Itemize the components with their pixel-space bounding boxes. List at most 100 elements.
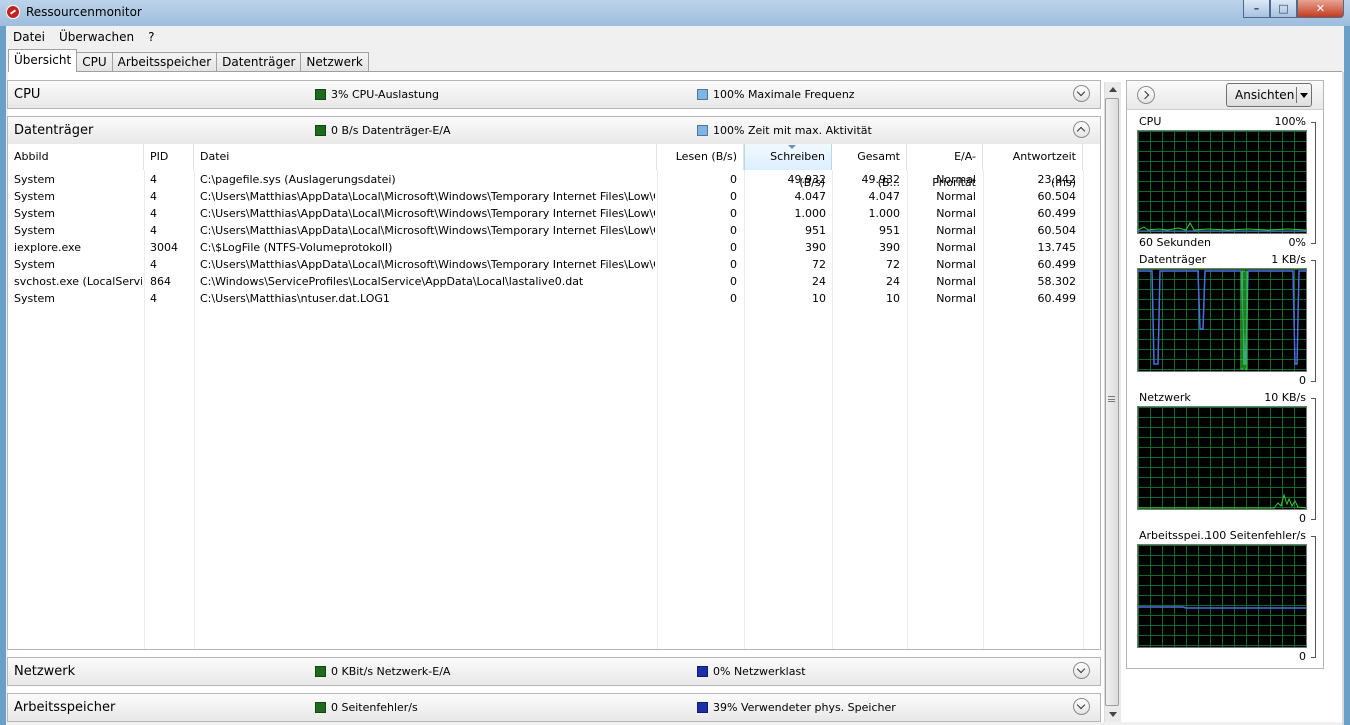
cell-priority: Normal bbox=[936, 258, 976, 271]
table-row[interactable]: System 4 C:\pagefile.sys (Auslagerungsdate… bbox=[8, 171, 1100, 188]
network-section-header[interactable]: Netzwerk 0 KBit/s Netzwerk-E/A 0% Netzwe… bbox=[7, 657, 1101, 686]
close-button[interactable]: ✕ bbox=[1297, 0, 1344, 18]
disk-section-title: Datenträger bbox=[14, 123, 94, 138]
tab-network[interactable]: Netzwerk bbox=[300, 52, 369, 72]
cell-image: System bbox=[14, 173, 56, 186]
cell-image: System bbox=[14, 258, 56, 271]
cpu-section-header[interactable]: CPU 3% CPU-Auslastung 100% Maximale Freq… bbox=[7, 80, 1101, 109]
chevron-up-icon[interactable] bbox=[1073, 121, 1090, 138]
tab-disk[interactable]: Datenträger bbox=[216, 52, 302, 72]
disk-io-swatch bbox=[315, 125, 326, 136]
cell-read: 0 bbox=[730, 173, 737, 186]
menu-monitor[interactable]: Überwachen bbox=[52, 28, 141, 46]
chevron-right-icon[interactable] bbox=[1137, 86, 1155, 104]
column-header-pid[interactable]: PID bbox=[144, 144, 194, 170]
column-header-write[interactable]: Schreiben (B/s) bbox=[744, 144, 832, 189]
cell-read: 0 bbox=[730, 258, 737, 271]
graph-scale-bracket bbox=[1311, 536, 1316, 658]
title-bar bbox=[0, 0, 1350, 26]
cell-response: 60.504 bbox=[1037, 224, 1077, 237]
table-row[interactable]: System 4 C:\Users\Matthias\AppData\Local\M… bbox=[8, 256, 1100, 273]
cpu-usage-text: 3% CPU-Auslastung bbox=[331, 88, 440, 101]
cell-write: 390 bbox=[805, 241, 826, 254]
cpu-frequency-text: 100% Maximale Frequenz bbox=[713, 88, 855, 101]
cell-total: 10 bbox=[886, 292, 900, 305]
network-graph bbox=[1137, 406, 1307, 510]
chevron-down-icon[interactable] bbox=[1073, 662, 1090, 679]
column-header-total[interactable]: Gesamt (B... bbox=[832, 144, 907, 189]
disk-activity-table: Abbild PID Datei Lesen (B/s) Schreiben (… bbox=[7, 144, 1101, 650]
tab-cpu[interactable]: CPU bbox=[76, 52, 113, 72]
cpu-usage-metric: 3% CPU-Auslastung bbox=[315, 88, 439, 101]
cell-pid: 4 bbox=[150, 207, 157, 220]
column-header-file[interactable]: Datei bbox=[194, 144, 657, 170]
cell-read: 0 bbox=[730, 292, 737, 305]
cell-write: 24 bbox=[812, 275, 826, 288]
table-row[interactable]: System 4 C:\Users\Matthias\AppData\Local\M… bbox=[8, 222, 1100, 239]
cell-write: 49.932 bbox=[787, 173, 827, 186]
memory-used-swatch bbox=[697, 702, 708, 713]
scroll-up-arrow-icon[interactable] bbox=[1109, 87, 1117, 92]
disk-io-metric: 0 B/s Datenträger-E/A bbox=[315, 124, 451, 137]
cpu-graph-label: CPU bbox=[1139, 115, 1162, 128]
resource-monitor-icon bbox=[6, 5, 20, 19]
graph-scale-bracket bbox=[1311, 122, 1316, 244]
chevron-down-icon[interactable] bbox=[1073, 698, 1090, 715]
memory-faults-swatch bbox=[315, 702, 326, 713]
disk-graph bbox=[1137, 268, 1307, 372]
cell-pid: 4 bbox=[150, 190, 157, 203]
cell-response: 58.302 bbox=[1037, 275, 1077, 288]
cell-file: C:\Windows\ServiceProfiles\LocalService\… bbox=[200, 275, 584, 288]
cell-priority: Normal bbox=[936, 224, 976, 237]
cpu-usage-swatch bbox=[315, 89, 326, 100]
window-edge bbox=[1342, 72, 1344, 725]
cell-pid: 4 bbox=[150, 224, 157, 237]
cell-total: 72 bbox=[886, 258, 900, 271]
disk-activity-metric: 100% Zeit mit max. Aktivität bbox=[697, 124, 872, 137]
cell-total: 951 bbox=[879, 224, 900, 237]
column-header-response[interactable]: Antwortzeit (ms) bbox=[983, 144, 1083, 189]
cell-read: 0 bbox=[730, 224, 737, 237]
cell-read: 0 bbox=[730, 190, 737, 203]
cell-write: 1.000 bbox=[794, 207, 827, 220]
cell-file: C:\pagefile.sys (Auslagerungsdatei) bbox=[200, 173, 396, 186]
cell-total: 49.932 bbox=[861, 173, 901, 186]
network-io-metric: 0 KBit/s Netzwerk-E/A bbox=[315, 665, 450, 678]
menu-help[interactable]: ? bbox=[141, 28, 161, 46]
memory-faults-text: 0 Seitenfehler/s bbox=[331, 701, 418, 714]
network-io-text: 0 KBit/s Netzwerk-E/A bbox=[331, 665, 451, 678]
network-graph-label: Netzwerk bbox=[1139, 391, 1191, 404]
scroll-down-arrow-icon[interactable] bbox=[1109, 712, 1117, 717]
cell-priority: Normal bbox=[936, 190, 976, 203]
disk-activity-swatch bbox=[697, 125, 708, 136]
cell-file: C:\Users\Matthias\ntuser.dat.LOG1 bbox=[200, 292, 390, 305]
chevron-down-icon[interactable] bbox=[1073, 85, 1090, 102]
disk-activity-text: 100% Zeit mit max. Aktivität bbox=[713, 124, 872, 137]
table-row[interactable]: iexplore.exe 3004 C:\$LogFile (NTFS-Volume… bbox=[8, 239, 1100, 256]
scrollbar-thumb[interactable] bbox=[1105, 98, 1119, 706]
tab-overview[interactable]: Übersicht bbox=[8, 49, 78, 72]
table-row[interactable]: System 4 C:\Users\Matthias\AppData\Local\M… bbox=[8, 205, 1100, 222]
network-graph-min: 0 bbox=[1299, 512, 1306, 525]
maximize-button[interactable]: □ bbox=[1270, 0, 1297, 18]
column-header-read[interactable]: Lesen (B/s) bbox=[657, 144, 744, 170]
table-row[interactable]: svchost.exe (LocalServi... 864 C:\Windows\… bbox=[8, 273, 1100, 290]
column-header-priority[interactable]: E/A-Priorität bbox=[907, 144, 983, 189]
memory-section-header[interactable]: Arbeitsspeicher 0 Seitenfehler/s 39% Ver… bbox=[7, 693, 1101, 722]
table-row[interactable]: System 4 C:\Users\Matthias\ntuser.dat.LOG1… bbox=[8, 290, 1100, 307]
cell-priority: Normal bbox=[936, 173, 976, 186]
disk-section-header[interactable]: Datenträger 0 B/s Datenträger-E/A 100% Z… bbox=[7, 116, 1101, 145]
menu-file[interactable]: Datei bbox=[6, 28, 52, 46]
table-row[interactable]: System 4 C:\Users\Matthias\AppData\Local\M… bbox=[8, 188, 1100, 205]
cell-write: 951 bbox=[805, 224, 826, 237]
cpu-frequency-swatch bbox=[697, 89, 708, 100]
dropdown-arrow-icon[interactable] bbox=[1300, 93, 1308, 98]
cell-priority: Normal bbox=[936, 241, 976, 254]
tab-memory[interactable]: Arbeitsspeicher bbox=[111, 52, 218, 72]
views-button[interactable]: Ansichten bbox=[1226, 83, 1312, 107]
column-header-image[interactable]: Abbild bbox=[8, 144, 144, 170]
cpu-graph bbox=[1137, 130, 1307, 234]
cell-read: 0 bbox=[730, 207, 737, 220]
minimize-button[interactable]: – bbox=[1243, 0, 1270, 18]
cell-image: System bbox=[14, 207, 56, 220]
